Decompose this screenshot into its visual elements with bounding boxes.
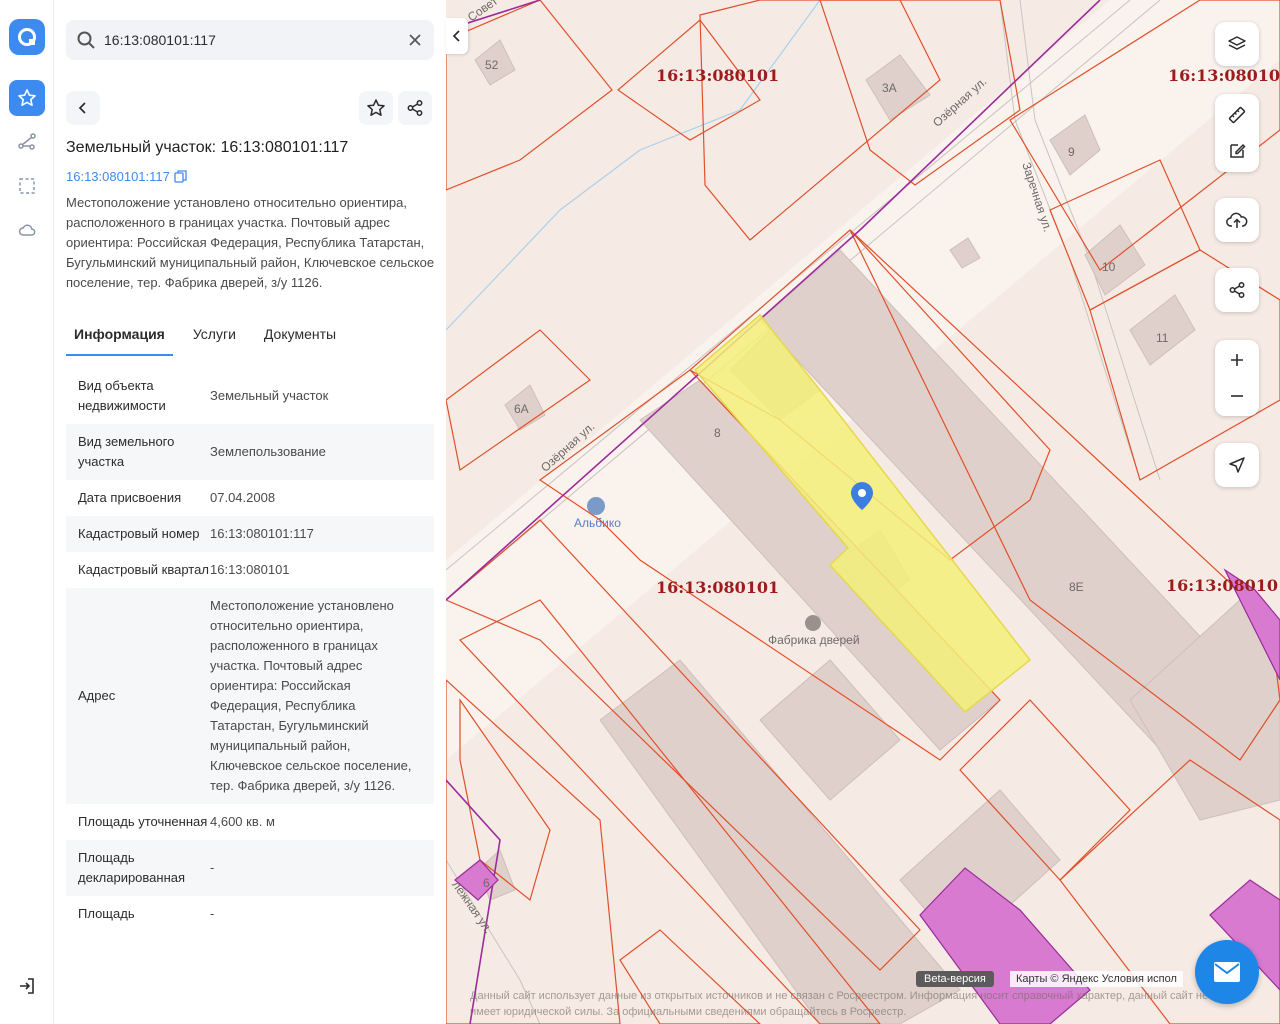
house-number: 52 <box>485 58 499 72</box>
row-key: Кадастровый номер <box>78 526 200 541</box>
row-value: Землепользование <box>210 444 326 459</box>
feedback-button[interactable] <box>1195 940 1259 1004</box>
favorites-star-icon[interactable] <box>9 80 45 116</box>
row-key: Адрес <box>78 688 116 703</box>
upload-button[interactable] <box>1215 198 1259 242</box>
row-value: Местоположение установлено относительно … <box>210 598 412 793</box>
row-key: Площадь декларированная <box>78 850 186 885</box>
copy-icon[interactable] <box>174 170 187 183</box>
row-value: 07.04.2008 <box>210 490 276 505</box>
house-number: 9 <box>1068 145 1075 159</box>
share-icon <box>407 100 423 116</box>
share-button[interactable] <box>398 91 432 125</box>
house-number: 10 <box>1102 260 1116 274</box>
map-share-button[interactable] <box>1215 268 1259 312</box>
share-icon <box>1229 282 1245 298</box>
zoom-out-icon[interactable] <box>1215 378 1259 414</box>
row-value: Земельный участок <box>210 388 329 403</box>
row-key: Кадастровый квартал <box>78 562 209 577</box>
cadastral-link[interactable]: 16:13:080101:117 <box>66 169 187 184</box>
cloud-icon[interactable] <box>9 212 45 248</box>
page-title: Земельный участок: 16:13:080101:117 <box>66 139 349 156</box>
map-disclaimer: Данный сайт использует данные из открыты… <box>470 990 1209 1018</box>
table-row: Дата присвоения 07.04.2008 <box>66 480 434 516</box>
logout-icon[interactable] <box>9 968 45 1004</box>
quarter-label: 16:13:08010 <box>1168 66 1280 85</box>
collapse-panel-button[interactable] <box>446 18 468 54</box>
tab-information[interactable]: Информация <box>66 322 173 356</box>
tab-documents[interactable]: Документы <box>256 322 344 356</box>
ruler-icon[interactable] <box>1215 97 1259 133</box>
quarter-label: 16:13:080101 <box>656 578 780 597</box>
row-value: 4,600 кв. м <box>210 814 275 829</box>
star-icon <box>367 99 385 116</box>
albiko-poi-icon[interactable] <box>587 497 605 515</box>
app-logo-icon[interactable] <box>9 19 45 55</box>
quarter-label: 16:13:080101 <box>656 66 780 85</box>
house-number: 3А <box>882 81 897 95</box>
search-input[interactable] <box>104 20 404 60</box>
table-row: Адрес Местоположение установлено относите… <box>66 588 434 804</box>
house-number: 6 <box>483 876 490 890</box>
favorite-button[interactable] <box>359 91 393 125</box>
house-number: 8Е <box>1069 580 1084 594</box>
row-key: Вид земельного участка <box>78 434 175 469</box>
beta-badge: Beta-версия <box>916 971 994 987</box>
quarter-label: 16:13:08010 <box>1166 576 1279 595</box>
map-canvas[interactable]: 16:13:080101 16:13:080101 16:13:08010 16… <box>446 0 1280 1024</box>
mail-icon <box>1214 962 1240 982</box>
row-key: Дата присвоения <box>78 490 182 505</box>
zoom-controls <box>1215 340 1259 416</box>
select-area-icon[interactable] <box>9 168 45 204</box>
row-key: Вид объекта недвижимости <box>78 378 166 413</box>
cadastral-link-text[interactable]: 16:13:080101:117 <box>66 169 170 184</box>
row-key: Площадь уточненная <box>78 814 208 829</box>
nav-rail <box>0 0 54 1024</box>
tab-bar: Информация Услуги Документы <box>66 322 356 356</box>
layers-button[interactable] <box>1215 22 1259 66</box>
row-value: 16:13:080101 <box>210 562 290 577</box>
navigation-arrow-icon <box>1229 457 1245 473</box>
row-key: Площадь <box>78 906 135 921</box>
house-number: 8 <box>714 426 721 440</box>
table-row: Площадь декларированная - <box>66 840 434 896</box>
house-number: 6А <box>514 402 529 416</box>
info-table: Вид объекта недвижимости Земельный участо… <box>66 368 434 932</box>
search-icon <box>76 30 96 55</box>
tools-group <box>1215 94 1259 172</box>
row-value: 16:13:080101:117 <box>210 526 314 541</box>
table-row: Вид земельного участка Землепользование <box>66 424 434 480</box>
geolocate-button[interactable] <box>1215 443 1259 487</box>
chevron-left-icon <box>452 30 460 42</box>
cloud-upload-icon <box>1226 212 1248 228</box>
table-row: Вид объекта недвижимости Земельный участо… <box>66 368 434 424</box>
table-row: Кадастровый номер 16:13:080101:117 <box>66 516 434 552</box>
poi-label-albiko[interactable]: Альбико <box>574 516 621 530</box>
table-row: Площадь уточненная 4,600 кв. м <box>66 804 434 840</box>
table-row: Кадастровый квартал 16:13:080101 <box>66 552 434 588</box>
clear-search-icon[interactable] <box>406 31 424 54</box>
table-row: Площадь - <box>66 896 434 932</box>
house-number: 11 <box>1156 331 1169 345</box>
back-button[interactable] <box>66 91 100 125</box>
row-value: - <box>210 860 215 875</box>
layers-icon <box>1228 36 1246 50</box>
row-value: - <box>210 906 215 921</box>
zoom-in-icon[interactable] <box>1215 342 1259 378</box>
search-bar <box>66 20 434 60</box>
edit-icon[interactable] <box>1215 133 1259 169</box>
factory-poi-icon[interactable] <box>805 615 821 631</box>
map-attribution[interactable]: Карты © Яндекс Условия испол <box>1010 971 1183 987</box>
object-description: Местоположение установлено относительно … <box>66 195 435 290</box>
chevron-left-icon <box>78 102 86 114</box>
tab-services[interactable]: Услуги <box>185 322 244 356</box>
info-panel: Земельный участок: 16:13:080101:117 16:1… <box>54 0 446 1024</box>
poi-label-factory[interactable]: Фабрика дверей <box>768 633 860 647</box>
route-icon[interactable] <box>9 124 45 160</box>
cadastral-map <box>446 0 1280 1024</box>
